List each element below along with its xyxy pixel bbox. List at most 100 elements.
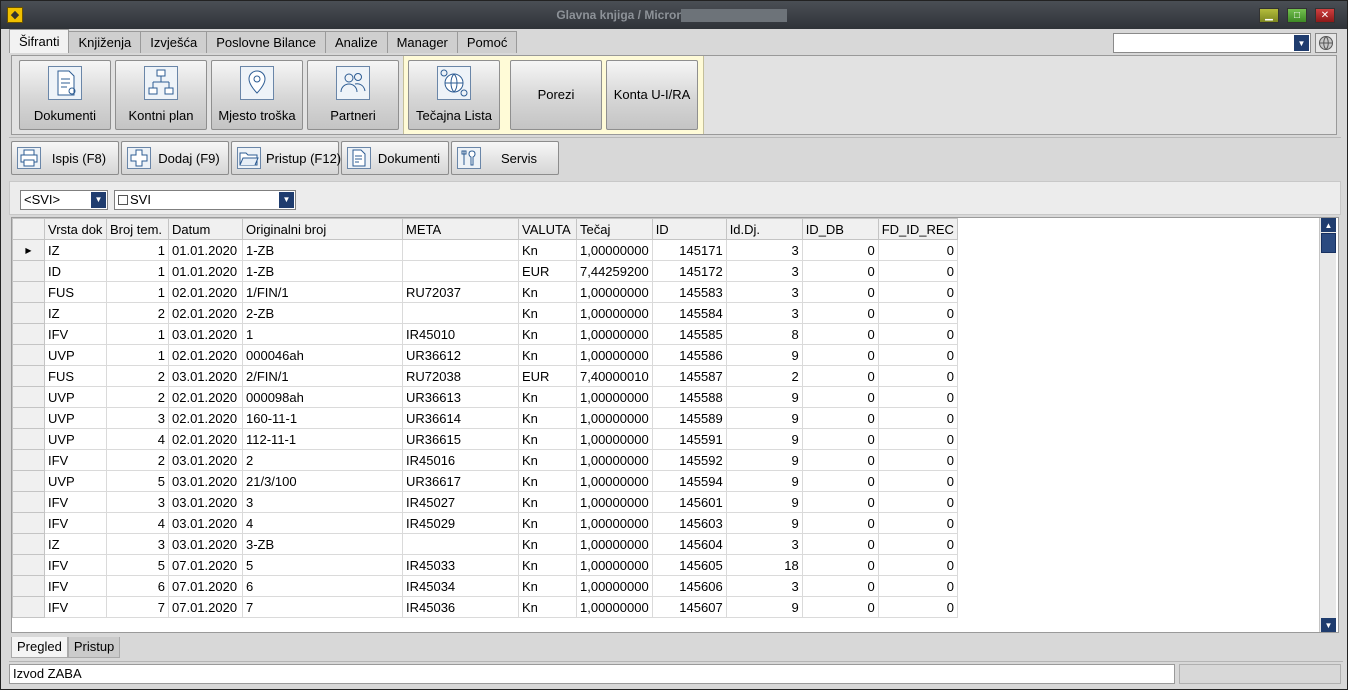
grid-cell[interactable]: RU72038 xyxy=(402,365,519,387)
grid-cell[interactable]: 3 xyxy=(725,239,803,261)
grid-cell[interactable]: 0 xyxy=(877,323,958,345)
grid-cell[interactable]: 9 xyxy=(725,407,803,429)
grid-cell[interactable]: 1,00000000 xyxy=(576,344,653,366)
grid-cell[interactable]: 145591 xyxy=(651,428,727,450)
row-pointer-icon[interactable]: ▶ xyxy=(12,239,45,261)
grid-cell[interactable]: 1-ZB xyxy=(242,239,403,261)
grid-cell[interactable]: 0 xyxy=(877,470,958,492)
grid-cell[interactable]: 3 xyxy=(106,533,169,555)
grid-cell[interactable]: 1,00000000 xyxy=(576,554,653,576)
grid-cell[interactable]: 3 xyxy=(725,575,803,597)
grid-cell[interactable]: 1,00000000 xyxy=(576,323,653,345)
grid-cell[interactable]: IFV xyxy=(44,596,107,618)
grid-cell[interactable] xyxy=(402,533,519,555)
grid-cell[interactable]: 7 xyxy=(106,596,169,618)
grid-cell[interactable]: 1,00000000 xyxy=(576,470,653,492)
tab-pregled[interactable]: Pregled xyxy=(11,637,68,658)
grid-cell[interactable]: 0 xyxy=(877,239,958,261)
grid-cell[interactable]: 0 xyxy=(801,428,879,450)
grid-cell[interactable]: 02.01.2020 xyxy=(168,281,243,303)
grid-cell[interactable]: UR36617 xyxy=(402,470,519,492)
tab-manager[interactable]: Manager xyxy=(386,31,458,53)
checkbox-filter[interactable]: SVI ▼ xyxy=(114,190,296,210)
grid-cell[interactable]: 03.01.2020 xyxy=(168,323,243,345)
grid-cell[interactable]: 1 xyxy=(106,260,169,282)
table-row[interactable]: ID 1 01.01.2020 1-ZB EUR 7,44259200 145172 3 0 0 xyxy=(12,260,958,282)
grid-cell[interactable]: UR36615 xyxy=(402,428,519,450)
row-indicator[interactable] xyxy=(12,470,45,492)
grid-cell[interactable]: 1,00000000 xyxy=(576,407,653,429)
column-header[interactable]: FD_ID_REC xyxy=(877,218,958,240)
grid-cell[interactable]: 07.01.2020 xyxy=(168,575,243,597)
table-row[interactable]: FUS 1 02.01.2020 1/FIN/1 RU72037 Kn 1,00000000… xyxy=(12,281,958,303)
grid-cell[interactable]: 145601 xyxy=(651,491,727,513)
grid-cell[interactable]: 3 xyxy=(725,533,803,555)
grid-cell[interactable]: IR45036 xyxy=(402,596,519,618)
tab-izvjesca[interactable]: Izvješća xyxy=(140,31,208,53)
maximize-button[interactable]: □ xyxy=(1287,8,1307,23)
grid-cell[interactable]: 02.01.2020 xyxy=(168,428,243,450)
grid-cell[interactable]: 0 xyxy=(877,491,958,513)
column-header[interactable]: Broj tem. xyxy=(106,218,169,240)
vertical-scrollbar[interactable]: ▲ ▼ xyxy=(1319,218,1336,632)
table-row[interactable]: IFV 6 07.01.2020 6 IR45034 Kn 1,00000000 145606… xyxy=(12,575,958,597)
grid-cell[interactable]: 2/FIN/1 xyxy=(242,365,403,387)
row-indicator[interactable] xyxy=(12,575,45,597)
grid-cell[interactable]: 145172 xyxy=(651,260,727,282)
grid-cell[interactable]: 3 xyxy=(725,281,803,303)
grid-cell[interactable]: UVP xyxy=(44,470,107,492)
grid-cell[interactable]: RU72037 xyxy=(402,281,519,303)
row-indicator[interactable] xyxy=(12,449,45,471)
row-indicator[interactable] xyxy=(12,596,45,618)
grid-cell[interactable]: 9 xyxy=(725,512,803,534)
grid-cell[interactable]: 0 xyxy=(801,554,879,576)
grid-cell[interactable]: 1 xyxy=(106,239,169,261)
grid-cell[interactable]: IFV xyxy=(44,512,107,534)
table-row[interactable]: UVP 3 02.01.2020 160-11-1 UR36614 Kn 1,0000000… xyxy=(12,407,958,429)
table-row[interactable]: IFV 4 03.01.2020 4 IR45029 Kn 1,00000000 145603… xyxy=(12,512,958,534)
grid-cell[interactable]: 145592 xyxy=(651,449,727,471)
grid-cell[interactable]: 9 xyxy=(725,596,803,618)
grid-cell[interactable]: 9 xyxy=(725,386,803,408)
ribbon-dokumenti-button[interactable]: Dokumenti xyxy=(19,60,111,130)
grid-cell[interactable]: 7 xyxy=(242,596,403,618)
grid-cell[interactable]: Kn xyxy=(518,533,577,555)
grid-cell[interactable]: 0 xyxy=(877,512,958,534)
tab-pristup[interactable]: Pristup xyxy=(67,637,121,658)
grid-cell[interactable]: 1 xyxy=(106,323,169,345)
row-indicator[interactable] xyxy=(12,407,45,429)
grid-cell[interactable]: 0 xyxy=(801,533,879,555)
grid-cell[interactable]: 3 xyxy=(242,491,403,513)
tab-sifranti[interactable]: Šifranti xyxy=(9,29,70,53)
grid-cell[interactable]: 4 xyxy=(106,428,169,450)
column-header[interactable]: Tečaj xyxy=(576,218,653,240)
grid-cell[interactable]: 03.01.2020 xyxy=(168,533,243,555)
grid-cell[interactable]: 0 xyxy=(801,491,879,513)
grid-cell[interactable]: 0 xyxy=(877,575,958,597)
grid-cell[interactable]: 9 xyxy=(725,449,803,471)
chevron-down-icon[interactable]: ▼ xyxy=(1294,35,1309,51)
grid-cell[interactable]: IFV xyxy=(44,491,107,513)
grid-cell[interactable]: 145586 xyxy=(651,344,727,366)
grid-cell[interactable]: 0 xyxy=(801,344,879,366)
ribbon-konta-button[interactable]: Konta U-I/RA xyxy=(606,60,698,130)
ribbon-kontni-plan-button[interactable]: Kontni plan xyxy=(115,60,207,130)
grid-cell[interactable]: 2 xyxy=(106,302,169,324)
grid-cell[interactable]: Kn xyxy=(518,449,577,471)
grid-cell[interactable]: 145171 xyxy=(651,239,727,261)
grid-cell[interactable]: 6 xyxy=(106,575,169,597)
grid-cell[interactable]: 0 xyxy=(801,386,879,408)
scroll-down-icon[interactable]: ▼ xyxy=(1321,618,1336,632)
top-right-combo[interactable]: ▼ xyxy=(1113,33,1311,53)
chevron-down-icon[interactable]: ▼ xyxy=(91,192,106,208)
row-indicator[interactable] xyxy=(12,365,45,387)
grid-cell[interactable]: 2 xyxy=(106,365,169,387)
grid-cell[interactable]: 0 xyxy=(877,533,958,555)
grid-cell[interactable]: 0 xyxy=(801,407,879,429)
grid-cell[interactable]: 1 xyxy=(106,281,169,303)
grid-cell[interactable]: 3-ZB xyxy=(242,533,403,555)
grid-cell[interactable]: 03.01.2020 xyxy=(168,470,243,492)
row-indicator[interactable] xyxy=(12,302,45,324)
column-header[interactable]: ID_DB xyxy=(801,218,879,240)
table-row[interactable]: IFV 5 07.01.2020 5 IR45033 Kn 1,00000000 145605… xyxy=(12,554,958,576)
